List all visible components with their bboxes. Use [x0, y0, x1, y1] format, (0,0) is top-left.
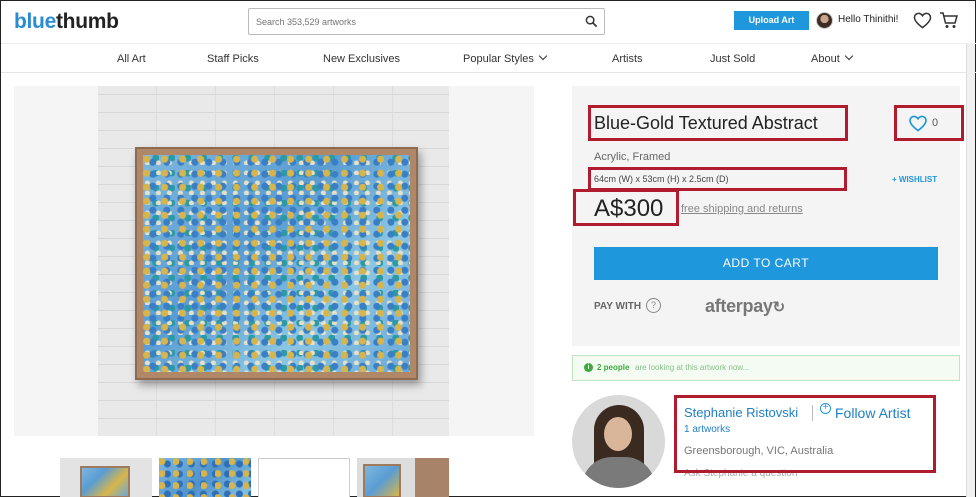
thumbnail-1[interactable]	[60, 458, 152, 497]
viewers-count: 2 people	[597, 363, 630, 372]
avatar[interactable]	[816, 12, 833, 29]
plus-circle-icon[interactable]: +	[820, 403, 831, 414]
scrollbar[interactable]	[966, 43, 975, 497]
artist-face	[604, 417, 632, 451]
nav-item-new-exclusives[interactable]: New Exclusives	[323, 53, 400, 65]
search-input[interactable]	[249, 9, 569, 34]
ask-artist-link[interactable]: Ask Stephanie a question	[684, 468, 797, 479]
add-to-wishlist-link[interactable]: + WISHLIST	[892, 175, 937, 184]
nav-item-all-art[interactable]: All Art	[117, 53, 146, 65]
logo-part-blue: blue	[14, 10, 56, 33]
thumbnail-3[interactable]	[258, 458, 350, 497]
logo[interactable]: bluethumb	[14, 10, 119, 34]
viewers-text: are looking at this artwork now...	[635, 363, 750, 372]
nav-item-staff-picks[interactable]: Staff Picks	[207, 53, 259, 65]
artist-name-link[interactable]: Stephanie Ristovski	[684, 405, 798, 420]
info-icon: i	[584, 363, 593, 372]
thumbnail-art	[363, 464, 401, 497]
nav-item-just-sold[interactable]: Just Sold	[710, 53, 755, 65]
divider	[812, 405, 813, 421]
artwork-title: Blue-Gold Textured Abstract	[594, 113, 818, 133]
viewers-notice: i 2 people are looking at this artwork n…	[572, 355, 960, 381]
follow-artist-button[interactable]: Follow Artist	[835, 405, 910, 421]
search-box	[248, 8, 605, 35]
nav-item-artists[interactable]: Artists	[612, 53, 643, 65]
header: bluethumb Upload Art Hello Thinithi!	[1, 1, 976, 43]
favorite-count: 0	[932, 117, 939, 129]
logo-part-thumb: thumb	[55, 10, 119, 33]
pay-with-label: PAY WITH	[594, 301, 642, 312]
artwork-main-image[interactable]	[98, 86, 449, 436]
artwork-painting	[143, 155, 410, 372]
main-nav: All Art Staff Picks New Exclusives Popul…	[1, 43, 976, 73]
thumbnail-art	[80, 466, 130, 497]
heart-icon[interactable]	[913, 12, 932, 29]
nav-item-label: About	[811, 53, 840, 65]
chevron-down-icon	[844, 51, 853, 61]
add-to-cart-button[interactable]: ADD TO CART	[594, 247, 938, 280]
artwork-frame	[135, 147, 418, 380]
thumbnail-2[interactable]	[159, 458, 251, 497]
nav-item-label: Popular Styles	[463, 53, 534, 65]
afterpay-wordmark: afterpay	[705, 296, 773, 316]
shipping-link[interactable]: free shipping and returns	[681, 203, 803, 215]
artwork-medium: Acrylic, Framed	[594, 151, 671, 163]
heart-icon[interactable]	[908, 115, 928, 132]
nav-item-popular-styles[interactable]: Popular Styles	[463, 51, 548, 65]
afterpay-mark: ↻	[772, 299, 786, 316]
artist-avatar[interactable]	[572, 395, 665, 488]
user-greeting[interactable]: Hello Thinithi!	[838, 14, 898, 25]
thumbnail-side	[415, 458, 449, 497]
artwork-price: A$300	[594, 195, 664, 222]
artwork-dimensions: 64cm (W) x 53cm (H) x 2.5cm (D)	[594, 174, 729, 184]
afterpay-logo: afterpay↻	[705, 296, 785, 317]
question-icon[interactable]: ?	[646, 298, 661, 313]
search-icon[interactable]	[585, 15, 598, 28]
upload-art-button[interactable]: Upload Art	[734, 11, 809, 30]
cart-icon[interactable]	[939, 11, 959, 29]
artist-location: Greensborough, VIC, Australia	[684, 445, 834, 457]
nav-item-about[interactable]: About	[811, 51, 853, 65]
thumbnail-4[interactable]	[357, 458, 449, 497]
artist-body	[582, 457, 655, 488]
chevron-down-icon	[538, 51, 548, 61]
artist-artworks-link[interactable]: 1 artworks	[684, 424, 730, 435]
